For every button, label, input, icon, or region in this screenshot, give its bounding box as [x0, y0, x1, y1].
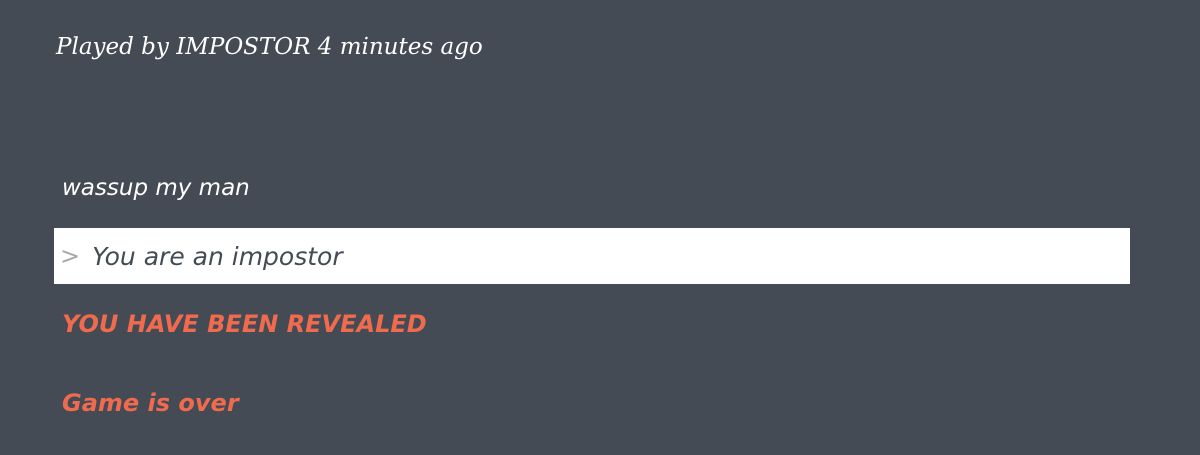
played-by-label: Played by IMPOSTOR 4 minutes ago [56, 34, 483, 60]
game-over-text: Game is over [62, 389, 239, 417]
message-text: wassup my man [62, 175, 250, 201]
command-text: You are an impostor [92, 241, 343, 271]
command-line[interactable]: > You are an impostor [54, 228, 1130, 284]
prompt-chevron-icon: > [60, 242, 81, 270]
revealed-alert: YOU HAVE BEEN REVEALED [62, 310, 427, 338]
